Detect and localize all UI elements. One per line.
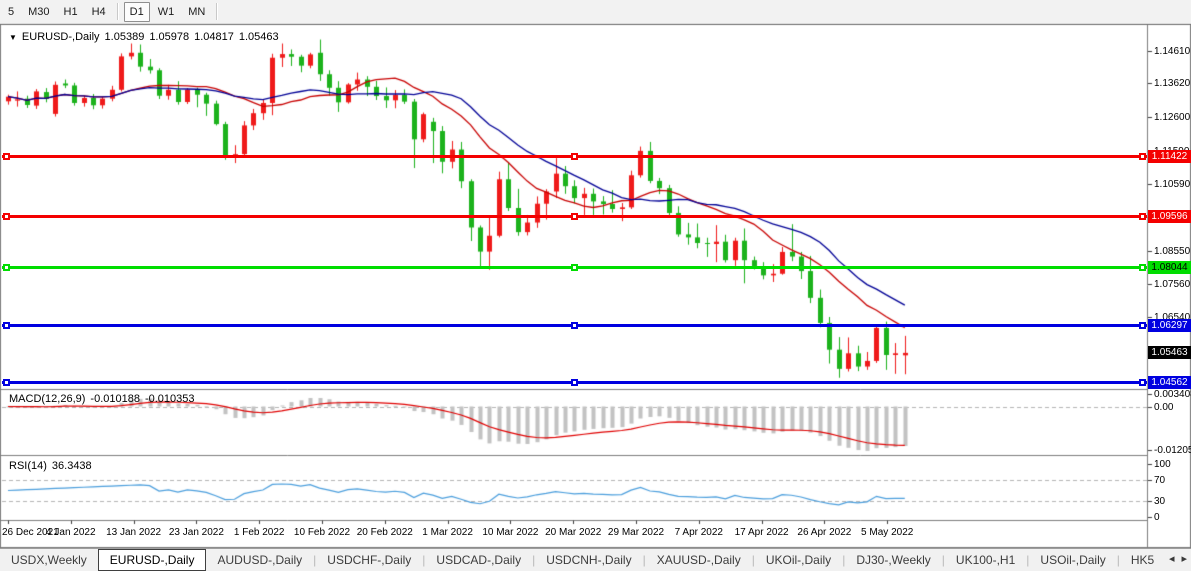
hline-handle[interactable]: [571, 379, 578, 386]
hline-handle[interactable]: [3, 379, 10, 386]
date-axis-label: 20 Mar 2022: [545, 527, 601, 538]
tf-button-d1[interactable]: D1: [124, 2, 150, 22]
tab-usdcnh-daily[interactable]: USDCNH-,Daily: [535, 549, 642, 571]
hline-handle[interactable]: [571, 213, 578, 220]
price-axis-tick: 1.14610: [1154, 46, 1190, 57]
date-axis-label: 17 Apr 2022: [735, 527, 789, 538]
price-line-badge-1.04562: 1.04562: [1148, 376, 1191, 389]
price-axis-tick: 1.10590: [1154, 179, 1190, 190]
tab-eurusd-daily[interactable]: EURUSD-,Daily: [98, 549, 207, 571]
tabs-scroll-right-icon[interactable]: ▸: [1181, 552, 1187, 565]
rsi-axis-label: 30: [1154, 496, 1165, 507]
chart-symbol-label: EURUSD-,Daily: [22, 31, 100, 43]
tf-button-m30[interactable]: M30: [22, 2, 55, 22]
date-axis-label: 10 Feb 2022: [294, 527, 350, 538]
tab-xauusd-daily[interactable]: XAUUSD-,Daily: [646, 549, 752, 571]
price-axis-tick: 1.07560: [1154, 279, 1190, 290]
price-axis-tick: 1.12600: [1154, 112, 1190, 123]
macd-axis-label: 0.00: [1154, 402, 1173, 413]
macd-axis-label: -0.01205: [1154, 445, 1191, 456]
tab-uk100-h1[interactable]: UK100-,H1: [945, 549, 1026, 571]
toolbar-separator: [216, 3, 218, 20]
tab-audusd-daily[interactable]: AUDUSD-,Daily: [206, 549, 313, 571]
price-axis-tick: 1.13620: [1154, 78, 1190, 89]
symbol-tabbar: USDX,WeeklyEURUSD-,DailyAUDUSD-,Daily|US…: [0, 548, 1191, 571]
tab-ukoil-daily[interactable]: UKOil-,Daily: [755, 549, 842, 571]
hline-handle[interactable]: [1139, 264, 1146, 271]
tab-usdx-weekly[interactable]: USDX,Weekly: [0, 549, 98, 571]
date-axis-label: 7 Apr 2022: [675, 527, 723, 538]
tabs-scroll-left-icon[interactable]: ◂: [1169, 552, 1175, 565]
tf-button-w1[interactable]: W1: [152, 2, 181, 22]
date-axis-label: 5 May 2022: [861, 527, 913, 538]
tf-button-h4[interactable]: H4: [86, 2, 112, 22]
tab-usdcad-daily[interactable]: USDCAD-,Daily: [425, 549, 532, 571]
macd-signal-value: -0.010353: [145, 393, 195, 405]
hline-handle[interactable]: [1139, 322, 1146, 329]
date-axis-label: 1 Mar 2022: [422, 527, 473, 538]
timeframe-toolbar: 5M30H1H4 D1W1MN: [0, 0, 1191, 24]
hline-handle[interactable]: [571, 153, 578, 160]
date-axis-label: 10 Mar 2022: [482, 527, 538, 538]
tf-button-5[interactable]: 5: [2, 2, 20, 22]
price-axis-tick: 1.08550: [1154, 246, 1190, 257]
date-axis-label: 29 Mar 2022: [608, 527, 664, 538]
price-line-badge-1.06297: 1.06297: [1148, 319, 1191, 332]
tab-hk5[interactable]: HK5: [1120, 549, 1165, 571]
date-axis-label: 23 Jan 2022: [169, 527, 224, 538]
rsi-panel-label: RSI(14) 36.3438: [9, 460, 92, 472]
date-axis-label: 13 Jan 2022: [106, 527, 161, 538]
rsi-indicator-name: RSI(14): [9, 460, 47, 472]
macd-indicator-name: MACD(12,26,9): [9, 393, 85, 405]
price-line-badge-1.08044: 1.08044: [1148, 261, 1191, 274]
rsi-axis-label: 100: [1154, 459, 1171, 470]
macd-axis-label: 0.003408: [1154, 389, 1191, 400]
ohlc-low-value: 1.04817: [194, 31, 234, 43]
hline-handle[interactable]: [1139, 213, 1146, 220]
macd-panel-label: MACD(12,26,9) -0.010188 -0.010353: [9, 393, 195, 405]
hline-handle[interactable]: [3, 153, 10, 160]
rsi-axis-label: 0: [1154, 512, 1160, 523]
hline-handle[interactable]: [571, 264, 578, 271]
chevron-down-icon[interactable]: ▼: [9, 33, 17, 42]
price-line-badge-1.09596: 1.09596: [1148, 210, 1191, 223]
hline-handle[interactable]: [3, 264, 10, 271]
chart-canvas[interactable]: [0, 24, 1191, 548]
rsi-value: 36.3438: [52, 460, 92, 472]
tabbar-scroll-arrows: ◂ ▸: [1165, 552, 1187, 565]
hline-handle[interactable]: [3, 322, 10, 329]
date-axis-label: 4 Jan 2022: [46, 527, 96, 538]
trading-terminal: 5M30H1H4 D1W1MN ▼ EURUSD-,Daily 1.05389 1…: [0, 0, 1191, 571]
tf-button-h1[interactable]: H1: [58, 2, 84, 22]
tab-dj30-weekly[interactable]: DJ30-,Weekly: [845, 549, 941, 571]
date-axis-label: 1 Feb 2022: [234, 527, 285, 538]
chart-header: ▼ EURUSD-,Daily 1.05389 1.05978 1.04817 …: [9, 31, 279, 43]
ohlc-open-value: 1.05389: [105, 31, 145, 43]
rsi-axis-label: 70: [1154, 475, 1165, 486]
hline-handle[interactable]: [3, 213, 10, 220]
current-price-badge: 1.05463: [1148, 346, 1191, 359]
hline-handle[interactable]: [1139, 153, 1146, 160]
tab-usoil-daily[interactable]: USOil-,Daily: [1029, 549, 1116, 571]
ohlc-close-value: 1.05463: [239, 31, 279, 43]
toolbar-separator: [117, 3, 119, 20]
date-axis-label: 26 Apr 2022: [797, 527, 851, 538]
tab-usdchf-daily[interactable]: USDCHF-,Daily: [316, 549, 422, 571]
tf-button-mn[interactable]: MN: [182, 2, 211, 22]
price-line-badge-1.11422: 1.11422: [1148, 150, 1191, 163]
date-axis-label: 20 Feb 2022: [357, 527, 413, 538]
hline-handle[interactable]: [571, 322, 578, 329]
macd-value: -0.010188: [90, 393, 140, 405]
hline-handle[interactable]: [1139, 379, 1146, 386]
ohlc-high-value: 1.05978: [149, 31, 189, 43]
